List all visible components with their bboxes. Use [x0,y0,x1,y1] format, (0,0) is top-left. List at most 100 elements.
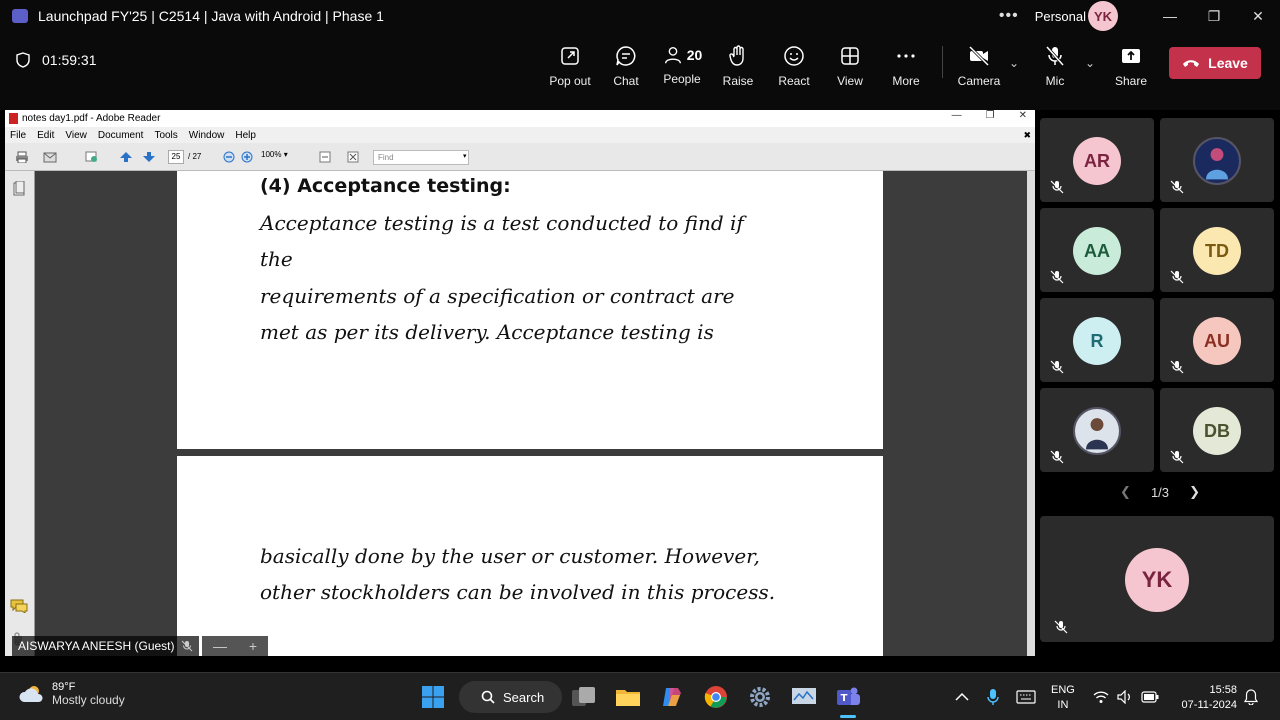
react-button[interactable]: React [766,42,822,102]
share-button[interactable]: Share [1103,42,1159,102]
raise-hand-button[interactable]: Raise [710,42,766,102]
close-button[interactable]: ✕ [1236,0,1280,32]
chat-icon [616,46,636,66]
page-total: / 27 [188,152,202,161]
menu-window[interactable]: Window [189,130,225,141]
more-button[interactable]: More [878,42,934,102]
settings-button[interactable] [744,681,776,713]
participant-tile[interactable]: AU [1160,298,1274,382]
system-clock[interactable]: 15:58 07-11-2024 [1175,683,1237,713]
copilot-button[interactable] [656,681,688,713]
avatar: DB [1193,407,1241,455]
participant-tile[interactable]: AA [1040,208,1154,292]
mic-off-icon [1170,270,1184,284]
user-avatar[interactable]: YK [1088,1,1118,31]
next-page-icon[interactable] [142,151,156,163]
find-input[interactable]: Find [373,150,469,165]
language-indicator[interactable]: ENG IN [1051,683,1075,713]
next-page-chevron-icon[interactable]: ❯ [1189,484,1200,500]
people-button[interactable]: 20 People [654,42,710,102]
mic-off-icon [1050,450,1064,464]
participant-tile[interactable] [1040,388,1154,472]
popout-button[interactable]: Pop out [542,42,598,102]
pdf-page: (4) Acceptance testing: Acceptance testi… [177,171,883,449]
zoom-out-icon[interactable] [222,151,236,163]
taskbar-search[interactable]: Search [459,681,562,713]
show-hidden-icons-chevron-icon[interactable] [955,692,969,702]
teams-taskbar-button[interactable]: T [832,681,864,718]
battery-icon[interactable] [1141,691,1159,703]
zoom-out-button[interactable]: — [213,638,227,654]
avatar: AA [1073,227,1121,275]
keyboard-icon[interactable] [1016,690,1036,704]
participant-tile[interactable] [1160,118,1274,202]
mic-off-icon [1170,180,1184,194]
reader-menu-bar: File Edit View Document Tools Window Hel… [5,127,1035,143]
reader-scrollbar[interactable] [1027,171,1035,656]
leave-button[interactable]: Leave [1169,47,1261,79]
reader-toolbar: 25 / 27 100% ▾ Find ▾ [5,143,1035,171]
participant-tile[interactable]: TD [1160,208,1274,292]
weather-widget[interactable]: 89°F Mostly cloudy [18,681,125,707]
share-zoom-control: — + [202,636,268,656]
reader-close-icon[interactable]: ✕ [1019,110,1027,121]
zoom-level[interactable]: 100% ▾ [261,150,288,159]
copilot-icon [663,688,681,706]
chat-button[interactable]: Chat [598,42,654,102]
chrome-button[interactable] [700,681,732,713]
menu-edit[interactable]: Edit [37,130,54,141]
menu-tools[interactable]: Tools [154,130,177,141]
chrome-icon [704,686,727,708]
mic-button[interactable]: Mic [1027,42,1083,102]
page-number-input[interactable]: 25 [168,150,184,164]
mic-options-chevron-icon[interactable]: ⌄ [1085,56,1095,70]
participant-tile[interactable]: DB [1160,388,1274,472]
camera-options-chevron-icon[interactable]: ⌄ [1009,56,1019,70]
zoom-in-icon[interactable] [240,151,254,163]
microphone-icon[interactable] [987,688,999,706]
reader-minimize-icon[interactable]: — [952,110,962,121]
minimize-button[interactable]: — [1148,0,1192,32]
people-icon [664,46,681,64]
self-video-tile[interactable]: YK [1040,516,1274,642]
avatar: AU [1193,317,1241,365]
fit-width-icon[interactable] [318,151,332,163]
previous-page-icon[interactable] [119,151,133,163]
more-options-icon[interactable]: ••• [999,7,1019,25]
account-label[interactable]: Personal [1035,9,1086,24]
email-icon[interactable] [43,151,57,163]
search-icon [481,690,495,704]
menu-file[interactable]: File [10,130,26,141]
meeting-timer: 01:59:31 [16,52,97,68]
print-icon[interactable] [15,151,29,163]
volume-icon[interactable] [1117,690,1133,704]
menu-view[interactable]: View [65,130,87,141]
menu-help[interactable]: Help [235,130,256,141]
notification-bell-icon[interactable] [1244,689,1258,705]
start-button[interactable] [417,681,449,713]
view-button[interactable]: View [822,42,878,102]
participant-tile[interactable]: R [1040,298,1154,382]
text-line: basically done by the user or customer. … [260,544,760,568]
restore-button[interactable]: ❐ [1192,0,1236,32]
zoom-in-button[interactable]: + [249,638,257,654]
avatar: TD [1193,227,1241,275]
task-view-button[interactable] [568,681,600,713]
comments-icon[interactable] [10,599,28,613]
reader-restore-icon[interactable]: ❐ [986,110,995,121]
pages-panel-icon[interactable] [12,181,26,197]
monitor-chart-icon [792,688,816,704]
file-explorer-button[interactable] [612,681,644,713]
photos-button[interactable] [788,681,820,713]
camera-button[interactable]: Camera [951,42,1007,102]
participant-tile[interactable]: AR [1040,118,1154,202]
previous-page-chevron-icon[interactable]: ❮ [1120,484,1131,500]
wifi-icon[interactable] [1093,690,1109,704]
collaborate-icon[interactable] [85,151,99,163]
ellipsis-icon [897,54,915,58]
menu-document[interactable]: Document [98,130,144,141]
close-document-icon[interactable]: ✖ [1023,130,1031,141]
reader-title-bar: notes day1.pdf - Adobe Reader — ❐ ✕ [5,110,1035,127]
find-dropdown-icon[interactable]: ▾ [463,152,467,160]
fit-page-icon[interactable] [346,151,360,163]
